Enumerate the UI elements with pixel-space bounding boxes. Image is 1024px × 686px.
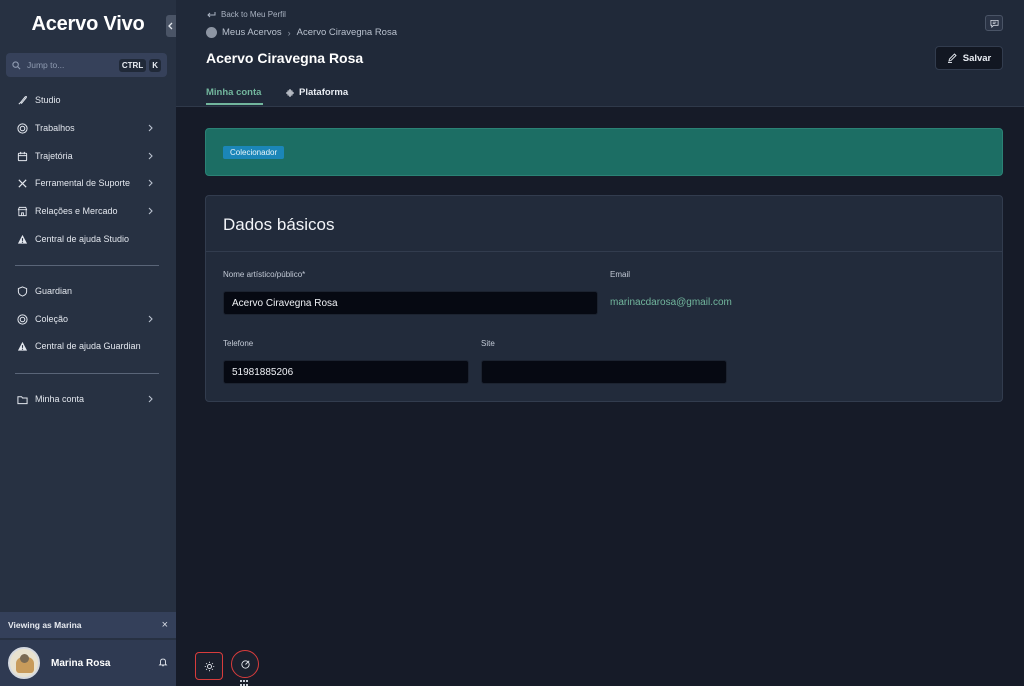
warning-icon (17, 341, 28, 352)
collapse-sidebar-button[interactable] (166, 15, 176, 37)
close-impersonation-button[interactable]: × (162, 619, 168, 631)
site-field[interactable] (481, 360, 727, 384)
sidebar-divider (15, 373, 159, 374)
page-header: Back to Meu Perfil Meus Acervos › Acervo… (176, 0, 1024, 107)
sidebar-item-ferramental[interactable]: Ferramental de Suporte (0, 172, 176, 194)
return-arrow-icon (207, 11, 216, 17)
chevron-right-icon (148, 207, 153, 215)
avatar[interactable] (8, 647, 40, 679)
email-label: Email (610, 270, 631, 279)
chevron-right-icon (148, 179, 153, 187)
role-badge: Colecionador (223, 146, 285, 159)
breadcrumb: Meus Acervos › Acervo Ciravegna Rosa (206, 27, 397, 38)
sidebar-item-label: Studio (35, 95, 61, 105)
jump-to-search[interactable]: Jump to... CTRL K (6, 53, 167, 77)
chevron-left-icon (168, 22, 173, 30)
sidebar-item-label: Trajetória (35, 151, 73, 161)
name-field-label: Nome artístico/público* (223, 270, 306, 279)
sidebar-item-label: Ferramental de Suporte (35, 178, 131, 188)
breadcrumb-item-current: Acervo Ciravegna Rosa (296, 27, 397, 38)
warning-icon (17, 234, 28, 245)
collection-icon (206, 27, 217, 38)
back-link-label: Back to Meu Perfil (221, 10, 286, 19)
sidebar-item-ajuda-studio[interactable]: Central de ajuda Studio (0, 228, 176, 250)
app-logo[interactable]: Acervo Vivo (0, 13, 176, 36)
sidebar-item-colecao[interactable]: Coleção (0, 308, 176, 330)
dev-tools-button[interactable] (231, 650, 259, 678)
breadcrumb-item[interactable]: Meus Acervos (222, 27, 282, 38)
sidebar-item-studio[interactable]: Studio (0, 89, 176, 111)
sidebar-item-label: Trabalhos (35, 123, 75, 133)
message-icon (989, 19, 999, 28)
sidebar-item-label: Central de ajuda Guardian (35, 341, 141, 351)
save-button-label: Salvar (962, 52, 992, 64)
sidebar-item-relacoes[interactable]: Relações e Mercado (0, 200, 176, 222)
sidebar-item-label: Coleção (35, 314, 69, 324)
sidebar-item-trajetoria[interactable]: Trajetória (0, 145, 176, 167)
sidebar-item-label: Guardian (35, 286, 73, 296)
sidebar-item-label: Relações e Mercado (35, 206, 118, 216)
target-icon (17, 122, 28, 134)
phone-field-label: Telefone (223, 339, 254, 348)
email-value: marinacdarosa@gmail.com (610, 297, 732, 308)
save-button[interactable]: Salvar (935, 46, 1003, 70)
sidebar-item-guardian[interactable]: Guardian (0, 280, 176, 302)
theme-toggle-button[interactable] (195, 652, 223, 680)
sidebar-item-minha-conta[interactable]: Minha conta (0, 388, 176, 410)
folder-icon (17, 394, 28, 405)
chevron-right-icon (148, 395, 153, 403)
drag-handle[interactable] (240, 680, 250, 686)
sidebar-item-label: Central de ajuda Studio (35, 234, 130, 244)
puzzle-icon (286, 88, 294, 97)
shortcut-key-ctrl: CTRL (118, 58, 147, 72)
search-placeholder: Jump to... (27, 60, 65, 70)
tab-label: Plataforma (299, 87, 349, 98)
profile-type-banner: Colecionador (205, 128, 1003, 176)
sidebar: Acervo Vivo Jump to... CTRL K Studio Tra… (0, 0, 176, 686)
calendar-icon (17, 151, 28, 162)
back-link[interactable]: Back to Meu Perfil (206, 10, 286, 19)
tab-plataforma[interactable]: Plataforma (285, 87, 348, 98)
tab-minha-conta[interactable]: Minha conta (206, 87, 261, 98)
sidebar-item-ajuda-guardian[interactable]: Central de ajuda Guardian (0, 335, 176, 357)
tools-icon (17, 178, 28, 189)
page-title: Acervo Ciravegna Rosa (206, 50, 364, 66)
edit-icon (947, 53, 957, 63)
target-icon (240, 659, 250, 669)
target-icon (17, 313, 28, 325)
sun-icon (204, 661, 214, 671)
chevron-right-icon (148, 124, 153, 132)
card-divider (206, 251, 1002, 252)
sidebar-item-trabalhos[interactable]: Trabalhos (0, 117, 176, 139)
brush-icon (17, 95, 28, 106)
sidebar-divider (15, 265, 159, 266)
user-profile[interactable]: Marina Rosa (0, 640, 176, 686)
bell-icon[interactable] (158, 654, 168, 672)
name-field[interactable]: Acervo Ciravegna Rosa (223, 291, 598, 315)
active-tab-indicator (206, 103, 263, 105)
site-field-label: Site (481, 339, 495, 348)
basic-data-card: Dados básicos Nome artístico/público* Ac… (205, 195, 1003, 402)
chevron-right-icon (148, 315, 153, 323)
card-title: Dados básicos (223, 215, 335, 234)
viewing-as-text: Viewing as Marina (8, 620, 82, 630)
breadcrumb-separator: › (287, 27, 291, 38)
phone-field[interactable]: 51981885206 (223, 360, 469, 384)
sidebar-item-label: Minha conta (35, 394, 85, 404)
user-name: Marina Rosa (51, 657, 111, 669)
feedback-button[interactable] (985, 15, 1003, 31)
shortcut-key-k: K (149, 58, 161, 72)
shield-icon (17, 285, 28, 297)
chevron-right-icon (148, 152, 153, 160)
impersonation-banner: Viewing as Marina × (0, 612, 176, 638)
search-icon (12, 60, 21, 69)
store-icon (17, 206, 28, 217)
